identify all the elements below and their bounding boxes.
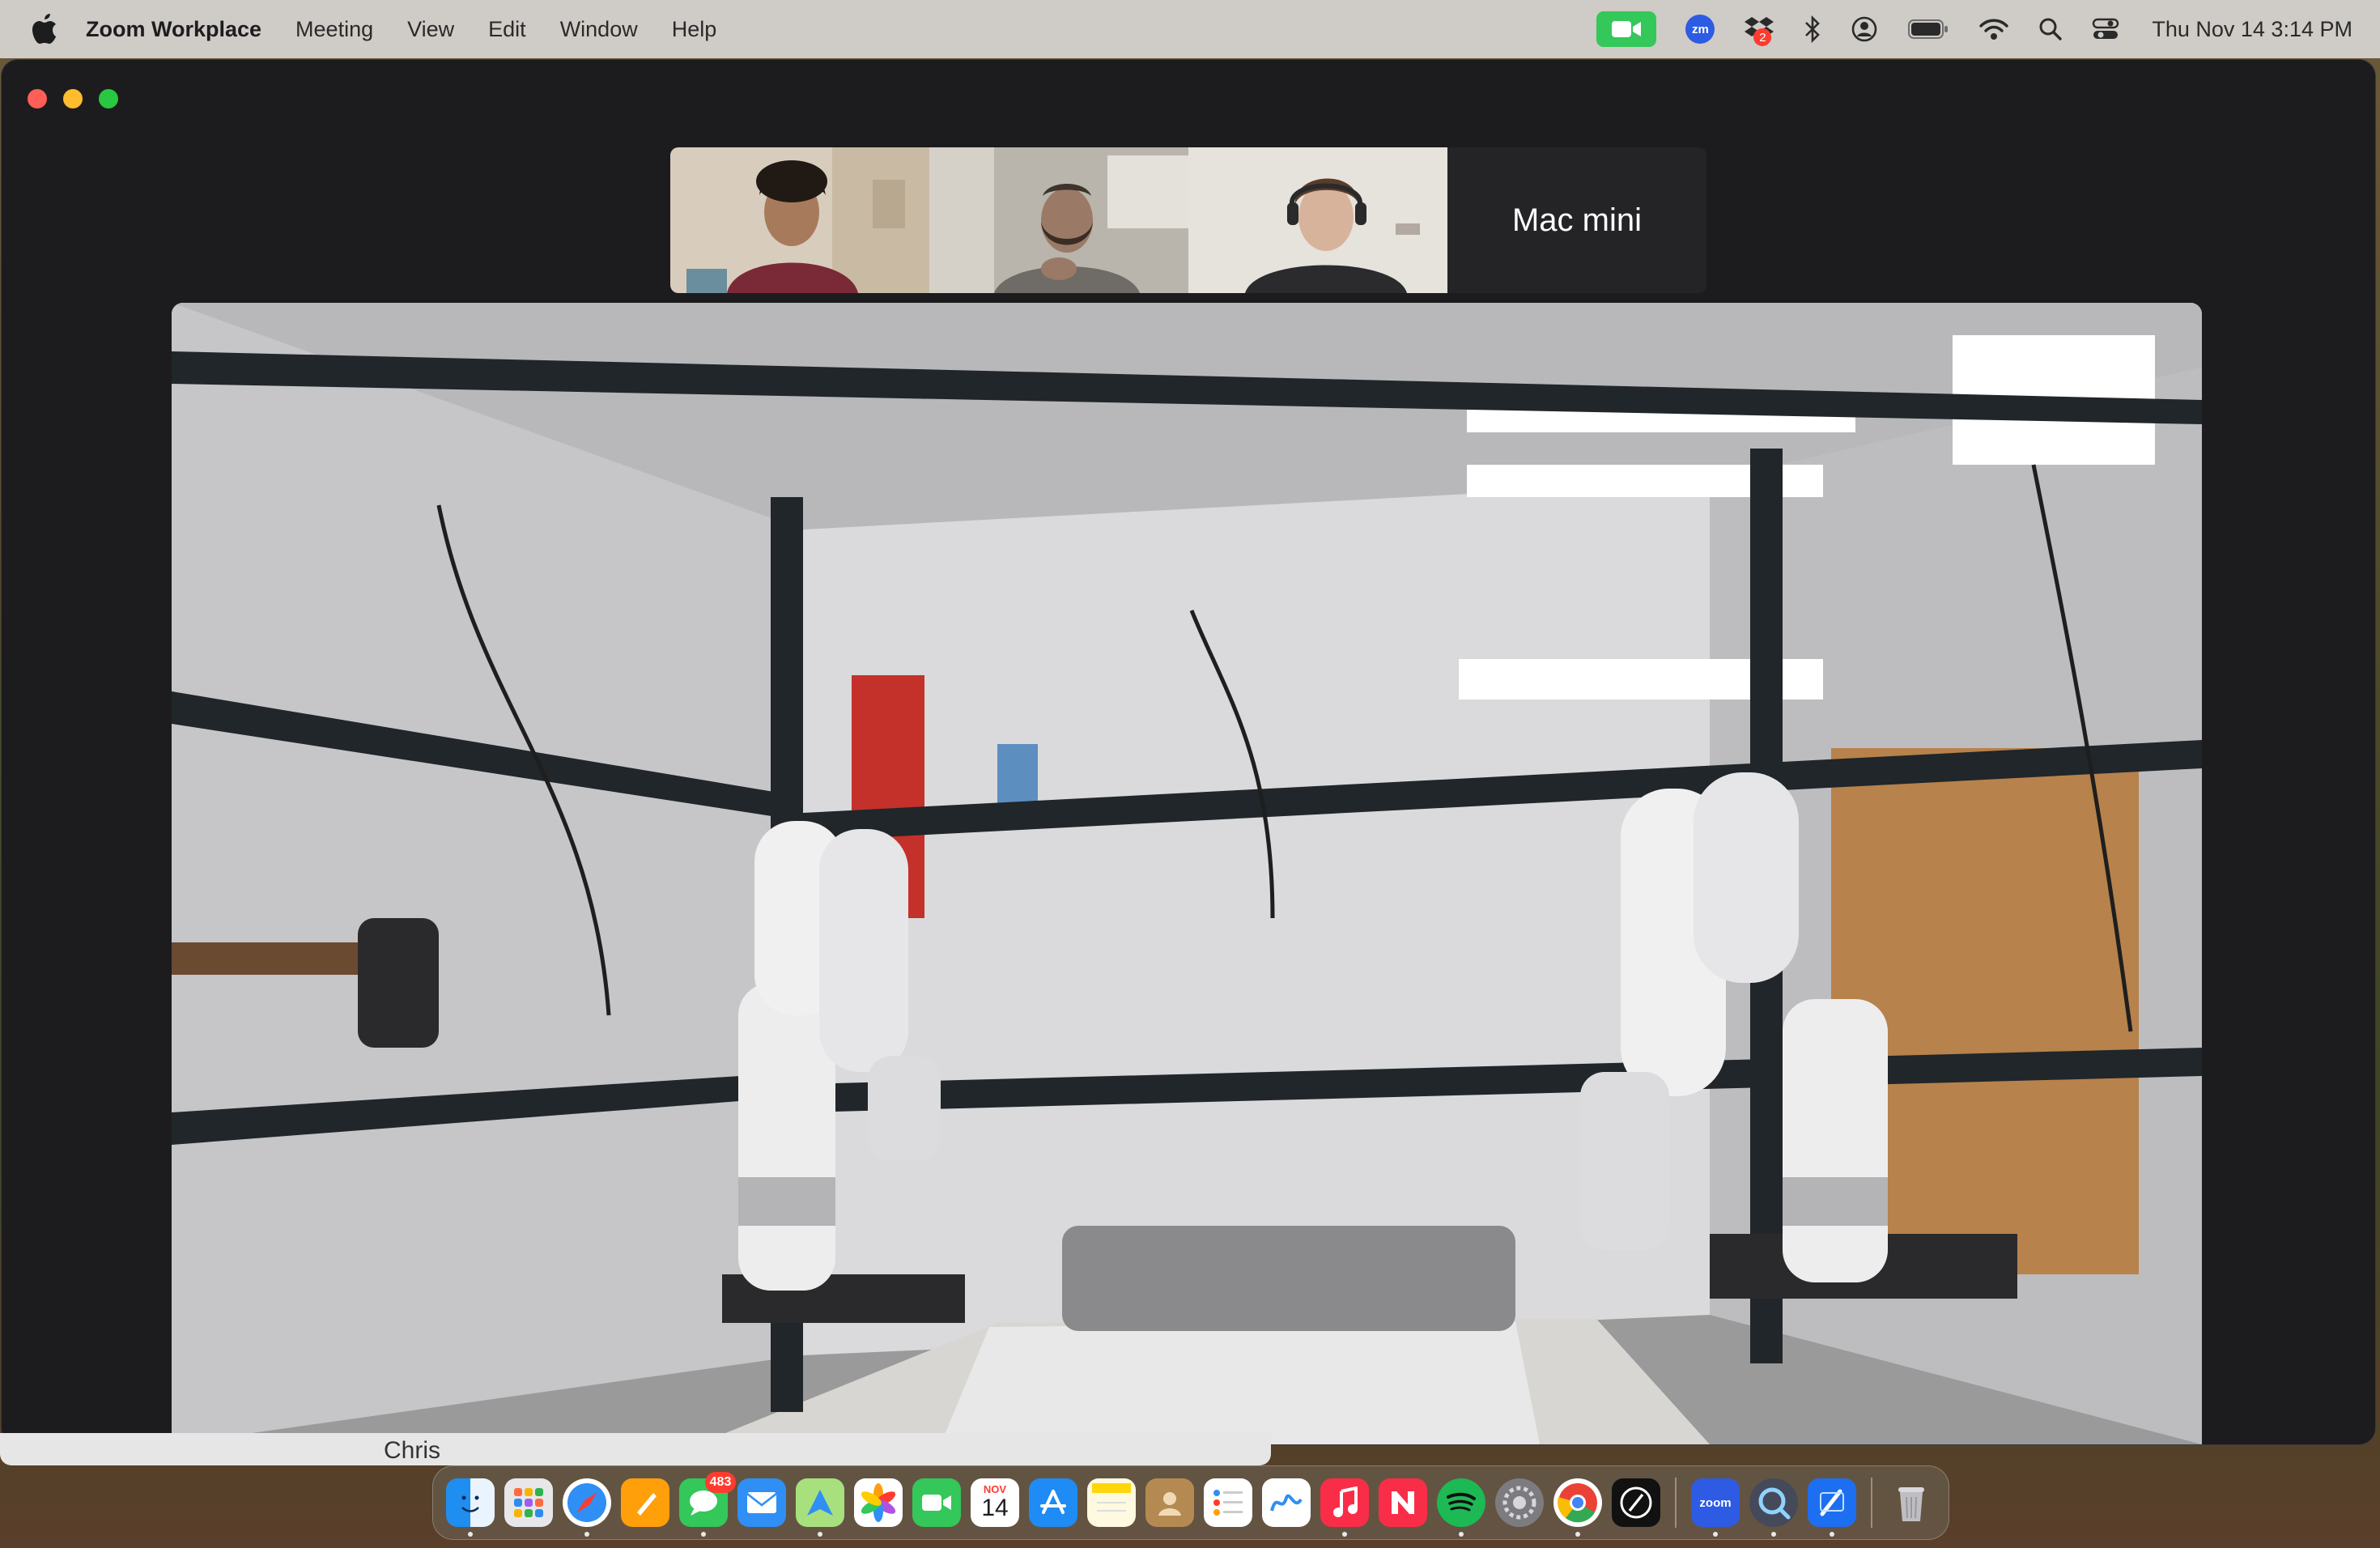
running-indicator [1771,1532,1776,1537]
perplexity-icon[interactable] [1612,1478,1660,1527]
participant-2-video[interactable] [929,147,1188,293]
running-indicator [1830,1532,1834,1537]
background-window-label: Chris [384,1437,441,1464]
participant-3-video[interactable] [1188,147,1447,293]
window-close-button[interactable] [28,89,47,108]
dock-separator [1675,1478,1677,1528]
messages-icon[interactable]: 483 [679,1472,736,1537]
app-store-icon[interactable] [1029,1478,1077,1527]
zoom-icon[interactable]: zoom [1691,1478,1740,1537]
zoom-status-item[interactable]: zm [1685,15,1715,44]
menu-help[interactable]: Help [672,17,717,42]
participant-4-name-tile[interactable]: Mac mini [1447,147,1706,293]
control-center-icon[interactable] [2092,17,2119,41]
menu-bar-clock[interactable]: Thu Nov 14 3:14 PM [2152,17,2352,42]
menu-bar: Zoom Workplace Meeting View Edit Window … [0,0,2380,58]
messages-badge: 483 [705,1472,736,1493]
xcode-icon[interactable] [1808,1478,1856,1537]
quicktime-icon[interactable] [1749,1478,1798,1537]
news-icon[interactable] [1379,1478,1427,1527]
dock: 483 NOV 14 zoom [432,1465,1949,1540]
running-indicator [1342,1532,1347,1537]
calendar-day: 14 [981,1495,1009,1521]
user-icon[interactable] [1851,15,1878,43]
menu-bar-status-area: zm 2 Thu Nov 14 3:14 PM [1567,0,2380,58]
running-indicator [1575,1532,1580,1537]
zoom-meeting-window: Mac mini [2,60,2375,1444]
window-zoom-button[interactable] [99,89,118,108]
system-settings-icon[interactable] [1495,1478,1544,1527]
maps-icon[interactable] [796,1478,844,1537]
freeform-icon[interactable] [1262,1478,1311,1527]
menu-edit[interactable]: Edit [488,17,526,42]
zoom-icon-label: zoom [1699,1495,1732,1510]
notes-icon[interactable] [1087,1478,1136,1527]
robot-lab-camera-feed [172,303,2202,1444]
participant-thumbnail-strip: Mac mini [670,147,1706,293]
dock-separator [1871,1478,1872,1528]
reminders-icon[interactable] [1204,1478,1252,1527]
running-indicator [584,1532,589,1537]
menu-meeting[interactable]: Meeting [295,17,373,42]
launchpad-icon[interactable] [504,1478,553,1527]
zoom-camera-icon[interactable] [1596,11,1657,47]
spotify-icon[interactable] [1437,1478,1485,1537]
dropbox-badge: 2 [1753,28,1772,46]
wifi-icon[interactable] [1978,17,2009,41]
running-indicator [468,1532,473,1537]
calendar-icon[interactable]: NOV 14 [971,1478,1019,1527]
search-icon[interactable] [2038,17,2063,41]
contacts-icon[interactable] [1145,1478,1194,1527]
apple-menu-icon[interactable] [31,13,58,45]
pages-icon[interactable] [621,1478,669,1527]
menu-view[interactable]: View [407,17,454,42]
participant-1-video[interactable] [670,147,929,293]
music-icon[interactable] [1320,1478,1369,1537]
participant-name: Mac mini [1511,202,1643,238]
battery-icon[interactable] [1907,18,1949,40]
facetime-icon[interactable] [912,1478,961,1527]
finder-icon[interactable] [446,1478,495,1537]
active-speaker-video[interactable] [172,303,2202,1444]
menu-window[interactable]: Window [560,17,638,42]
chrome-icon[interactable] [1553,1478,1602,1537]
window-minimize-button[interactable] [63,89,83,108]
safari-icon[interactable] [563,1478,611,1537]
app-name-menu[interactable]: Zoom Workplace [86,17,261,42]
zoom-icon: zm [1685,15,1715,44]
bluetooth-icon[interactable] [1804,15,1821,43]
dropbox-status-item[interactable]: 2 [1744,15,1774,46]
running-indicator [818,1532,822,1537]
background-window[interactable] [0,1433,1271,1465]
trash-icon[interactable] [1887,1478,1936,1527]
calendar-month: NOV [983,1483,1007,1495]
running-indicator [1713,1532,1718,1537]
running-indicator [1459,1532,1464,1537]
mail-icon[interactable] [737,1478,786,1527]
photos-icon[interactable] [854,1478,903,1527]
running-indicator [701,1532,706,1537]
